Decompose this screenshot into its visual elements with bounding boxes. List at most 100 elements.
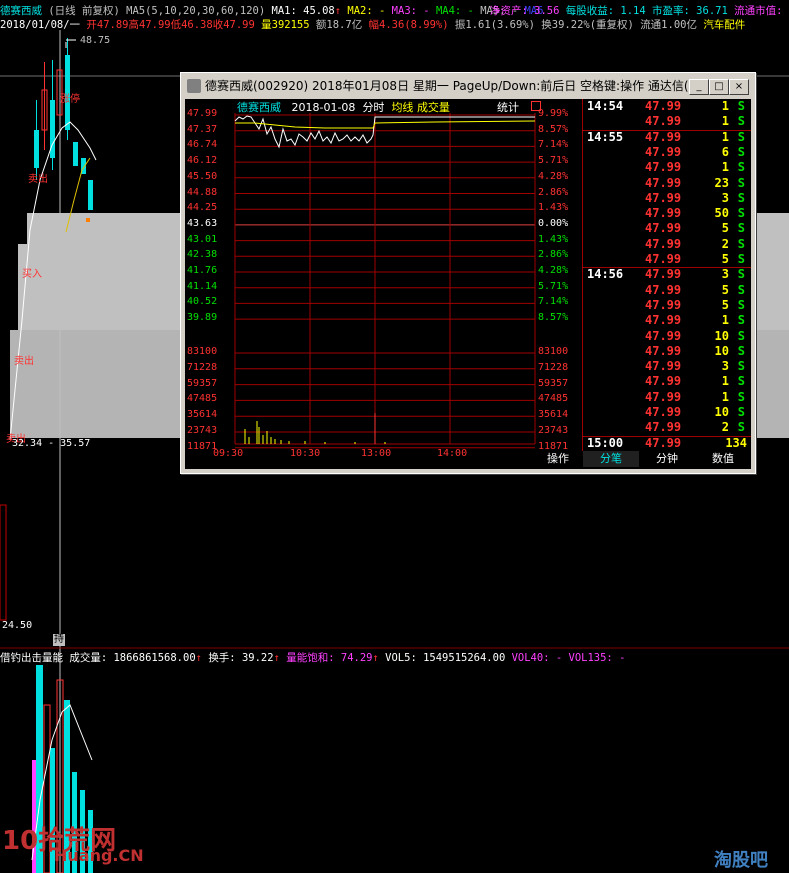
close-button[interactable]: × [729, 79, 749, 95]
ma4-value: MA4: - [435, 5, 474, 17]
bar-high: 高47.99 [128, 19, 171, 31]
tick-row[interactable]: 47.99 10 S [583, 405, 751, 421]
tick-price: 47.99 [645, 221, 682, 236]
tick-row[interactable]: 47.99 5 S [583, 298, 751, 314]
percent-axis-label: 4.28% [538, 170, 569, 182]
window-titlebar[interactable]: 德赛西威(002920) 2018年01月08日 星期一 PageUp/Down… [183, 75, 751, 97]
tick-side: S [737, 206, 745, 221]
ma-params: MA5(5,10,20,30,60,120) [126, 5, 266, 17]
tick-time: 14:56 [587, 267, 624, 282]
tick-time: 14:54 [587, 99, 624, 113]
tick-row[interactable]: 14:56 47.99 3 S [583, 267, 751, 283]
tick-row[interactable]: 14:54 47.99 1 S [583, 99, 751, 115]
intraday-window[interactable]: 德赛西威(002920) 2018年01月08日 星期一 PageUp/Down… [180, 72, 756, 474]
tick-row[interactable]: 47.99 5 S [583, 252, 751, 268]
tick-row[interactable]: 47.99 1 S [583, 160, 751, 176]
volume-axis-label-right: 59357 [538, 377, 569, 389]
tick-row[interactable]: 47.99 1 S [583, 374, 751, 390]
tick-row[interactable]: 47.99 5 S [583, 221, 751, 237]
volume-axis-label-right: 35614 [538, 409, 569, 421]
bar-float: 流通1.00亿 [640, 19, 697, 31]
tick-side: S [737, 221, 745, 236]
tick-row[interactable]: 14:55 47.99 1 S [583, 129, 751, 146]
tick-row[interactable]: 47.99 10 S [583, 329, 751, 345]
tick-side: S [737, 328, 745, 343]
tick-time: 14:55 [587, 129, 624, 144]
tick-price: 47.99 [645, 343, 682, 358]
tick-row[interactable]: 47.99 5 S [583, 283, 751, 299]
tick-price: 47.99 [645, 359, 682, 374]
volume-value: 成交量: 1866861568.00 [69, 652, 196, 664]
volume-indicator-header: 借钓出击量能 成交量: 1866861568.00↑ 换手: 39.22↑ 量能… [0, 652, 626, 664]
tick-price: 47.99 [645, 267, 682, 282]
candles [34, 38, 93, 222]
tick-price: 47.99 [645, 129, 682, 144]
bar-volume: 量392155 [261, 19, 310, 31]
position-tag[interactable]: 持 [53, 634, 65, 646]
price-axis-label: 43.63 [187, 217, 218, 229]
tick-row[interactable]: 47.99 1 S [583, 114, 751, 130]
volume-axis-label-right: 71228 [538, 361, 569, 373]
tick-side: S [737, 99, 745, 113]
tick-row[interactable]: 47.99 2 S [583, 420, 751, 436]
percent-axis-label: 1.43% [538, 233, 569, 245]
intraday-chart[interactable] [185, 99, 583, 469]
price-line [234, 115, 535, 149]
fundamentals: 净资产: 3.56 每股收益: 1.14 市盈率: 36.71 流通市值: 41… [490, 3, 789, 18]
tick-row[interactable]: 47.99 23 S [583, 176, 751, 192]
tick-price: 47.99 [645, 252, 682, 266]
ma2-value: MA2: - [347, 5, 386, 17]
tick-volume: 5 [721, 221, 729, 236]
tick-row[interactable]: 47.99 10 S [583, 344, 751, 360]
price-axis-label: 43.01 [187, 233, 218, 245]
eps: 每股收益: 1.14 [565, 5, 646, 17]
tick-volume: 134 [725, 435, 747, 450]
vol5-value: VOL5: 1549515264.00 [385, 652, 506, 664]
volume-axis-label: 83100 [187, 346, 218, 357]
percent-axis-label: 8.57% [538, 312, 569, 324]
ma3-value: MA3: - [391, 5, 430, 17]
price-axis-label: 44.25 [187, 202, 218, 214]
tick-side: S [737, 313, 745, 328]
price-axis-label: 47.37 [187, 123, 218, 135]
tick-row[interactable]: 47.99 3 S [583, 359, 751, 375]
pe-ratio: 市盈率: 36.71 [652, 5, 728, 17]
tick-row[interactable]: 47.99 2 S [583, 237, 751, 253]
intraday-grid [234, 113, 536, 449]
tick-volume: 1 [721, 374, 729, 389]
volume-axis-label: 23743 [187, 425, 218, 436]
bar-change: 幅4.36(8.99%) [368, 19, 449, 31]
bar-sector[interactable]: 汽车配件 [703, 19, 745, 31]
tick-price: 47.99 [645, 313, 682, 328]
stock-name[interactable]: 德赛西威 [0, 5, 42, 17]
range-label: 32.34 - 35.57 [12, 438, 91, 449]
tab-fenbi[interactable]: 分笔 [583, 451, 639, 467]
zhangting-label: 涨停 [60, 94, 80, 105]
tick-volume: 2 [721, 420, 729, 435]
maximize-button[interactable]: □ [709, 79, 729, 95]
tick-price: 47.99 [645, 297, 682, 312]
tick-volume: 1 [721, 313, 729, 328]
tick-price: 47.99 [645, 206, 682, 221]
tab-operate[interactable]: 操作 [535, 451, 581, 467]
volume-axis-label: 71228 [187, 361, 218, 373]
tick-volume: 3 [721, 267, 729, 282]
tick-row[interactable]: 47.99 50 S [583, 206, 751, 222]
tick-price: 47.99 [645, 420, 682, 435]
window-content: 德赛西威 2018-01-08 分时 均线 成交量 统计 47.99 47.37… [185, 99, 751, 469]
tick-volume: 23 [714, 175, 729, 190]
tab-shuju[interactable]: 数值 [695, 451, 751, 467]
volume-axis-label-right: 23743 [538, 425, 569, 436]
tick-row[interactable]: 47.99 3 S [583, 191, 751, 207]
tab-fenzhong[interactable]: 分钟 [639, 451, 695, 467]
tick-side: S [737, 175, 745, 190]
minimize-button[interactable]: _ [689, 79, 709, 95]
chart-mode[interactable]: (日线 前复权) [48, 5, 119, 17]
tick-row[interactable]: 47.99 1 S [583, 313, 751, 329]
tick-row[interactable]: 15:00 47.99 134 [583, 435, 751, 452]
avg-line [235, 120, 536, 129]
tick-price: 47.99 [645, 190, 682, 205]
tick-row[interactable]: 47.99 6 S [583, 145, 751, 161]
indicator-name[interactable]: 借钓出击量能 [0, 652, 63, 664]
tick-row[interactable]: 47.99 1 S [583, 390, 751, 406]
